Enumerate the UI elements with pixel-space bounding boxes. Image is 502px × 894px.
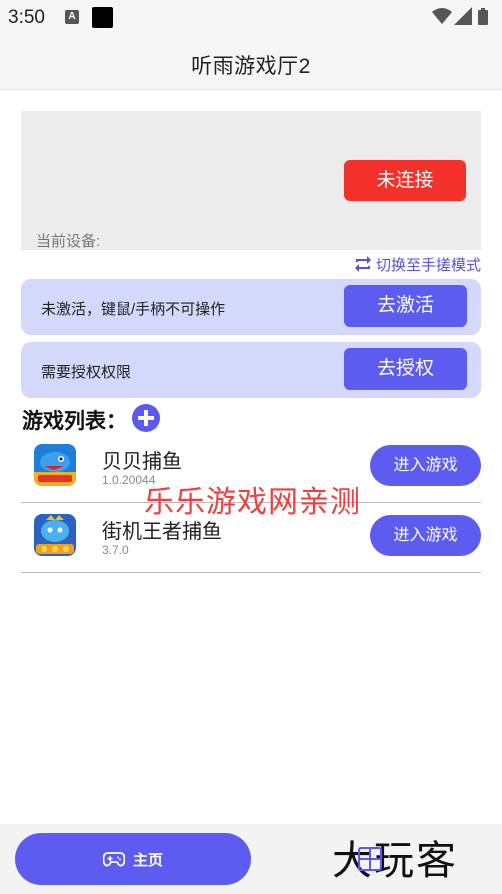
game-version: 3.7.0 — [102, 543, 129, 557]
fish-game-icon — [34, 444, 76, 486]
switch-mode-label: 切换至手搓模式 — [375, 256, 481, 274]
brand-logo: 大玩客 — [332, 838, 458, 884]
authorize-card: 需要授权权限 去授权 — [21, 342, 481, 398]
signal-icon — [454, 7, 472, 25]
game-list-title: 游戏列表： — [22, 410, 127, 433]
connect-button[interactable]: 未连接 — [344, 160, 466, 201]
authorize-status-text: 需要授权权限 — [41, 364, 132, 381]
authorize-button[interactable]: 去授权 — [344, 348, 467, 390]
status-time: 3:50 — [8, 7, 45, 28]
home-tab-button[interactable]: 主页 — [15, 833, 251, 885]
status-bar: 3:50 A — [0, 0, 502, 34]
battery-icon — [478, 8, 488, 25]
app-notification-icon — [92, 7, 113, 28]
add-game-icon[interactable] — [132, 404, 160, 432]
a-notification-icon: A — [65, 10, 79, 24]
activate-status-text: 未激活，键鼠/手柄不可操作 — [41, 301, 226, 318]
grid-icon[interactable] — [358, 847, 382, 871]
status-icons — [432, 7, 492, 27]
switch-mode-link[interactable]: 切换至手搓模式 — [354, 253, 481, 275]
activate-card: 未激活，键鼠/手柄不可操作 去激活 — [21, 279, 481, 335]
bottom-nav: 主页 大玩客 — [0, 824, 502, 894]
page-title: 听雨游戏厅2 — [191, 55, 311, 78]
activate-button[interactable]: 去激活 — [344, 285, 467, 327]
switch-icon — [354, 256, 371, 272]
gamepad-icon — [102, 852, 125, 867]
wifi-icon — [432, 8, 452, 24]
app-header: 听雨游戏厅2 — [0, 34, 502, 90]
enter-game-button[interactable]: 进入游戏 — [370, 445, 481, 486]
fish-king-game-icon — [34, 514, 76, 556]
home-tab-label: 主页 — [132, 851, 163, 869]
game-name: 贝贝捕鱼 — [102, 451, 182, 473]
watermark-text: 乐乐游戏网亲测 — [144, 486, 361, 519]
enter-game-button[interactable]: 进入游戏 — [370, 515, 481, 556]
connection-panel: 未连接 当前设备: — [21, 111, 481, 250]
current-device-label: 当前设备: — [36, 233, 101, 250]
